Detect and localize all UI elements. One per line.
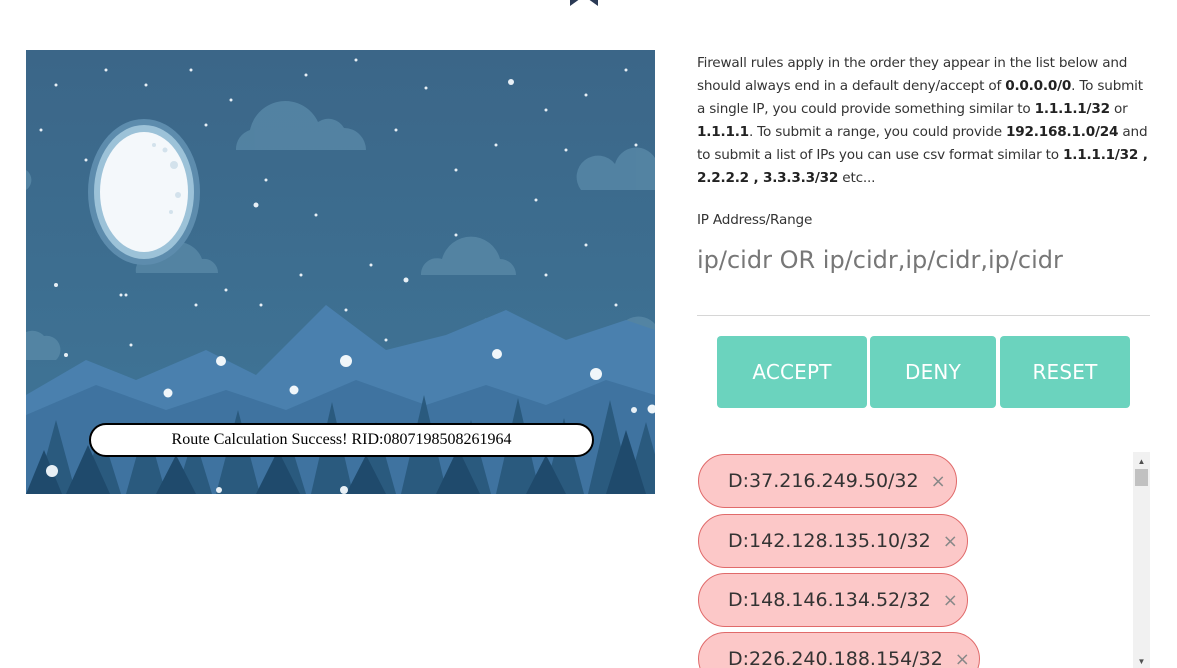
rule-chip-label: D:142.128.135.10/32 [728,530,931,552]
accept-button[interactable]: ACCEPT [717,336,867,408]
rule-chip-label: D:37.216.249.50/32 [728,470,919,492]
reset-button[interactable]: RESET [1000,336,1130,408]
rule-chip-label: D:226.240.188.154/32 [728,648,943,668]
deny-button[interactable]: DENY [870,336,996,408]
scroll-down-arrow-icon[interactable]: ▼ [1133,654,1150,668]
route-status-banner: Route Calculation Success! RID:080719850… [89,423,594,457]
scroll-thumb[interactable] [1135,469,1148,486]
rule-chip: D:37.216.249.50/32 × [698,454,957,508]
rule-chip: D:148.146.134.52/32 × [698,573,968,627]
rule-list-scrollbar[interactable]: ▲ ▼ [1133,452,1150,668]
scroll-up-arrow-icon[interactable]: ▲ [1133,454,1150,468]
bookmark-icon [570,0,598,6]
firewall-rule-list: D:37.216.249.50/32 × D:142.128.135.10/32… [697,452,1134,668]
rule-chip: D:142.128.135.10/32 × [698,514,968,568]
ip-address-input[interactable] [697,240,1150,316]
rule-chip-label: D:148.146.134.52/32 [728,589,931,611]
ip-field-label: IP Address/Range [697,212,813,228]
rule-chip: D:226.240.188.154/32 × [698,632,980,668]
remove-rule-icon[interactable]: × [943,531,958,552]
remove-rule-icon[interactable]: × [955,649,970,668]
remove-rule-icon[interactable]: × [943,590,958,611]
firewall-instructions: Firewall rules apply in the order they a… [697,55,1148,186]
remove-rule-icon[interactable]: × [931,471,946,492]
night-scene-illustration: Route Calculation Success! RID:080719850… [26,50,655,494]
